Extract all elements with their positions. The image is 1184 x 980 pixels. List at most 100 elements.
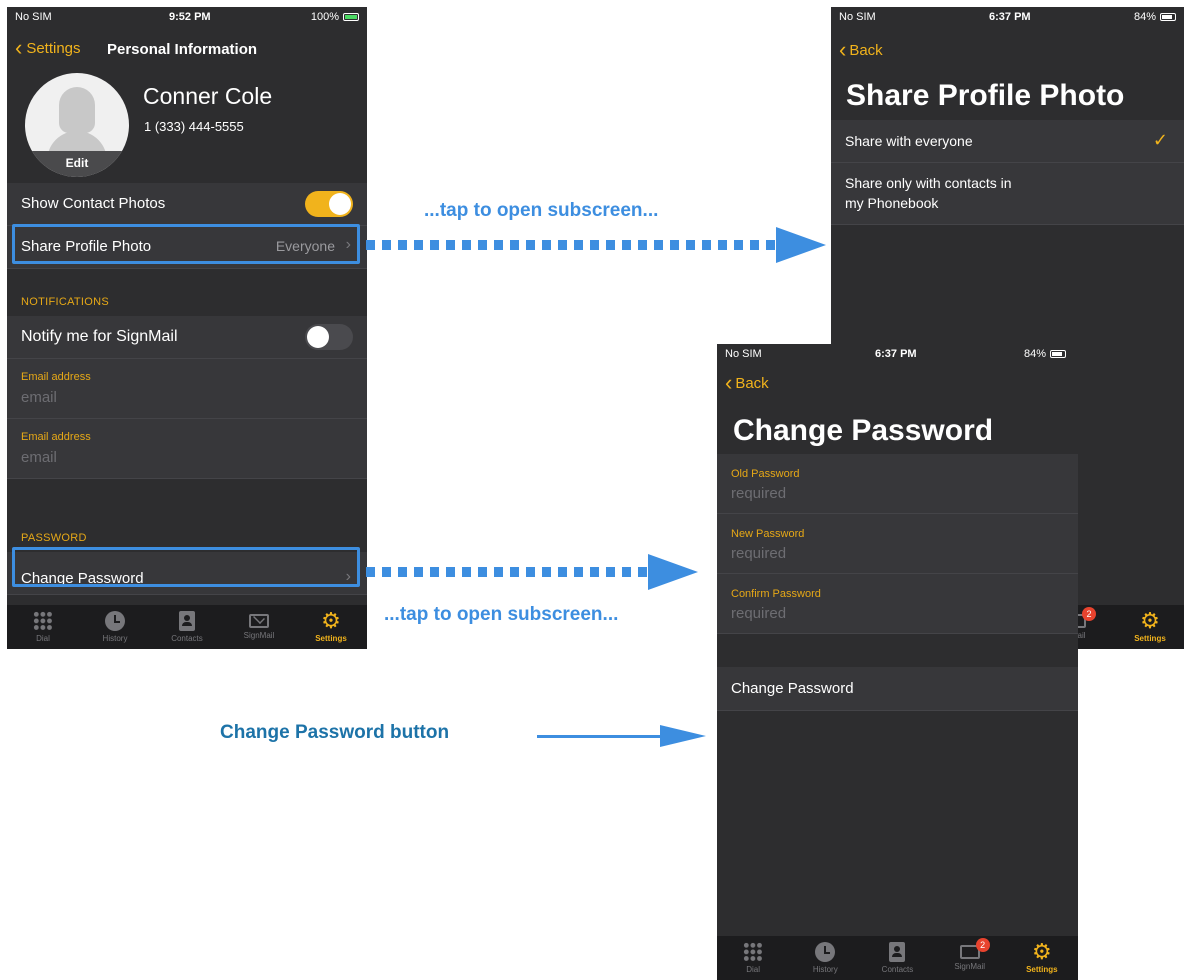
page-title: Share Profile Photo	[846, 79, 1125, 112]
chevron-left-icon: ‹	[839, 37, 847, 62]
notification-badge: 2	[1082, 607, 1096, 621]
tab-signmail[interactable]: 2 SignMail	[942, 938, 998, 971]
callout-tap-bottom: ...tap to open subscreen...	[384, 604, 619, 625]
change-password-highlight	[12, 547, 360, 587]
edit-avatar-button[interactable]: Edit	[25, 151, 129, 177]
callout-tap-top: ...tap to open subscreen...	[424, 200, 659, 221]
page-title: Personal Information	[107, 41, 258, 58]
back-button[interactable]: ‹ Back	[725, 370, 769, 395]
email-field-2[interactable]: Email address email	[7, 419, 367, 479]
tab-dial[interactable]: Dial	[725, 942, 781, 974]
button-pointer-head	[660, 725, 706, 747]
clock: 6:37 PM	[989, 11, 1031, 23]
avatar[interactable]: Edit	[25, 73, 129, 177]
back-button[interactable]: ‹ Settings	[15, 35, 81, 60]
notify-signmail-toggle[interactable]	[305, 324, 353, 350]
change-password-screen: No SIM 6:37 PM 84% ‹ Back Change Passwor…	[717, 344, 1078, 980]
gear-icon: ⚙	[321, 608, 341, 633]
dotted-arrow-top-head	[776, 227, 826, 263]
carrier: No SIM	[15, 11, 52, 23]
option-share-everyone[interactable]: Share with everyone ✓	[831, 120, 1184, 163]
option-share-contacts-label-line2: my Phonebook	[845, 195, 939, 211]
show-contact-photos-row: Show Contact Photos	[7, 183, 367, 226]
tab-history[interactable]: History	[797, 942, 853, 974]
carrier: No SIM	[839, 11, 876, 23]
battery: 84%	[1024, 348, 1066, 360]
status-bar: No SIM 9:52 PM 100%	[7, 7, 367, 29]
chevron-left-icon: ‹	[725, 370, 733, 395]
notification-badge: 2	[975, 938, 990, 952]
new-password-label: New Password	[731, 528, 805, 540]
battery: 84%	[1134, 11, 1176, 23]
keypad-icon	[33, 611, 53, 631]
page-title: Change Password	[733, 414, 994, 447]
option-share-contacts[interactable]: Share only with contacts in my Phonebook	[831, 163, 1184, 225]
tab-dial-label: Dial	[746, 965, 760, 974]
tab-settings[interactable]: ⚙ Settings	[1014, 939, 1070, 975]
tab-signmail-label: SignMail	[954, 962, 985, 971]
contacts-book-icon	[179, 611, 195, 631]
option-share-everyone-label: Share with everyone	[845, 133, 973, 149]
battery-icon	[1050, 350, 1066, 358]
profile-name: Conner Cole	[143, 83, 273, 109]
carrier: No SIM	[725, 348, 762, 360]
change-password-button[interactable]: Change Password	[717, 667, 1078, 711]
notifications-header: NOTIFICATIONS	[21, 296, 110, 308]
new-password-placeholder: required	[731, 545, 787, 562]
email-placeholder-1: email	[21, 389, 57, 406]
clock-icon	[105, 611, 125, 631]
tab-settings[interactable]: ⚙ Settings	[1122, 610, 1178, 644]
email-field-1[interactable]: Email address email	[7, 359, 367, 419]
tab-bar: Dial History Contacts 2 SignMail ⚙ Setti…	[717, 936, 1078, 980]
tab-dial-label: Dial	[36, 634, 50, 643]
tab-contacts-label: Contacts	[171, 634, 203, 643]
battery-icon	[343, 13, 359, 21]
back-label: Back	[849, 41, 883, 59]
change-password-button-label: Change Password	[731, 680, 854, 697]
back-label: Back	[735, 374, 769, 392]
battery-percent: 84%	[1133, 11, 1156, 23]
dotted-arrow-bottom-line	[366, 567, 650, 577]
gear-icon: ⚙	[1031, 939, 1052, 964]
battery-percent: 84%	[1023, 348, 1046, 360]
tab-history-label: History	[102, 634, 128, 643]
checkmark-icon: ✓	[1152, 130, 1168, 150]
confirm-password-label: Confirm Password	[731, 588, 821, 600]
share-profile-photo-highlight	[12, 224, 360, 264]
callout-change-password-button: Change Password button	[220, 722, 450, 743]
tab-history[interactable]: History	[87, 611, 143, 643]
old-password-placeholder: required	[731, 485, 787, 502]
back-button[interactable]: ‹ Back	[839, 37, 883, 62]
tab-settings[interactable]: ⚙ Settings	[303, 608, 359, 644]
tab-dial[interactable]: Dial	[15, 611, 71, 643]
email-label-2: Email address	[21, 431, 91, 443]
tab-contacts-label: Contacts	[881, 965, 914, 974]
chevron-left-icon: ‹	[15, 35, 23, 60]
tab-settings-label: Settings	[1026, 965, 1058, 974]
notify-signmail-label: Notify me for SignMail	[21, 328, 178, 345]
tab-contacts[interactable]: Contacts	[159, 611, 215, 643]
tab-bar: Dial History Contacts SignMail ⚙ Setting…	[7, 605, 367, 649]
envelope-icon	[249, 612, 269, 628]
old-password-field[interactable]: Old Password required	[717, 454, 1078, 514]
email-label-1: Email address	[21, 371, 91, 383]
show-contact-photos-toggle[interactable]	[305, 191, 353, 217]
show-contact-photos-label: Show Contact Photos	[21, 195, 166, 212]
battery-percent: 100%	[310, 11, 339, 23]
tab-settings-label: Settings	[315, 634, 347, 643]
tab-contacts[interactable]: Contacts	[869, 942, 925, 974]
battery-icon	[1160, 13, 1176, 21]
tab-settings-label: Settings	[1134, 634, 1166, 643]
clock-icon	[815, 942, 836, 962]
status-bar: No SIM 6:37 PM 84%	[831, 7, 1184, 29]
dotted-arrow-bottom-head	[648, 554, 698, 590]
tab-signmail-label: SignMail	[243, 631, 275, 640]
confirm-password-field[interactable]: Confirm Password required	[717, 574, 1078, 634]
new-password-field[interactable]: New Password required	[717, 514, 1078, 574]
password-header: PASSWORD	[21, 532, 87, 544]
old-password-label: Old Password	[731, 468, 800, 480]
option-share-contacts-label-line1: Share only with contacts in	[845, 175, 1012, 191]
profile-phone: 1 (333) 444-5555	[144, 119, 244, 134]
tab-signmail[interactable]: SignMail	[231, 611, 287, 640]
notify-signmail-row: Notify me for SignMail	[7, 316, 367, 359]
